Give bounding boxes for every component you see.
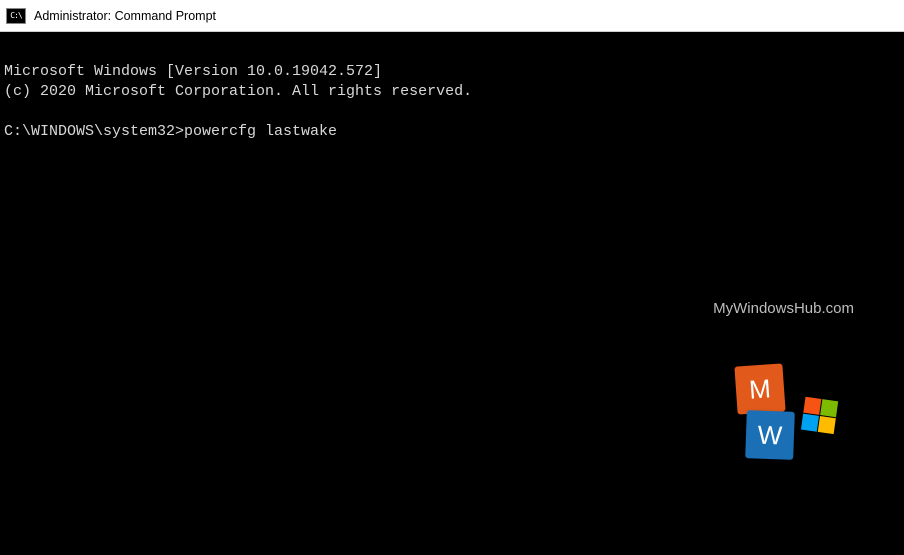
cmd-icon: C:\: [6, 8, 26, 24]
window-titlebar[interactable]: C:\ Administrator: Command Prompt: [0, 0, 904, 32]
terminal-line-version: Microsoft Windows [Version 10.0.19042.57…: [4, 63, 382, 80]
watermark-tile-m: M: [734, 363, 785, 414]
watermark-logo: M W: [734, 365, 834, 465]
window-title: Administrator: Command Prompt: [34, 9, 216, 23]
terminal-line-copyright: (c) 2020 Microsoft Corporation. All righ…: [4, 83, 472, 100]
watermark: MyWindowsHub.com M W: [713, 259, 854, 505]
watermark-tile-w: W: [745, 410, 795, 460]
windows-flag-icon: [800, 397, 838, 435]
terminal-area[interactable]: Microsoft Windows [Version 10.0.19042.57…: [0, 32, 904, 555]
watermark-text: MyWindowsHub.com: [713, 299, 854, 319]
terminal-command: powercfg lastwake: [184, 123, 337, 140]
terminal-prompt: C:\WINDOWS\system32>: [4, 123, 184, 140]
